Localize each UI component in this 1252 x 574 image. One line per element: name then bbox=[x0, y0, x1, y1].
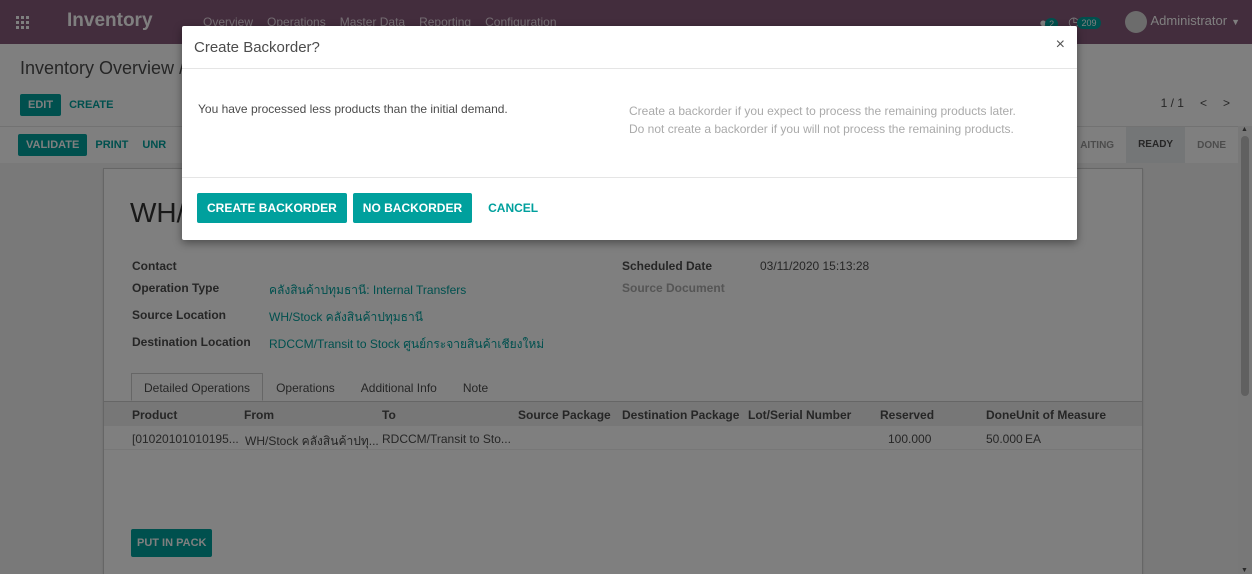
no-backorder-button[interactable]: NO BACKORDER bbox=[352, 193, 473, 223]
close-icon[interactable]: × bbox=[1056, 36, 1065, 54]
dialog-message: You have processed less products than th… bbox=[198, 102, 508, 116]
help-line-create: Create a backorder if you expect to proc… bbox=[629, 104, 1016, 118]
dialog-header: Create Backorder? × bbox=[182, 26, 1077, 69]
create-backorder-button[interactable]: CREATE BACKORDER bbox=[197, 193, 347, 223]
dialog-help-text: Create a backorder if you expect to proc… bbox=[629, 102, 1016, 138]
help-line-no-create: Do not create a backorder if you will no… bbox=[629, 122, 1014, 136]
create-backorder-dialog: Create Backorder? × You have processed l… bbox=[182, 26, 1077, 240]
dialog-buttons: CREATE BACKORDER NO BACKORDER CANCEL bbox=[197, 193, 548, 223]
dialog-footer: CREATE BACKORDER NO BACKORDER CANCEL bbox=[182, 177, 1077, 241]
dialog-title: Create Backorder? bbox=[194, 39, 320, 56]
cancel-button[interactable]: CANCEL bbox=[478, 193, 548, 223]
